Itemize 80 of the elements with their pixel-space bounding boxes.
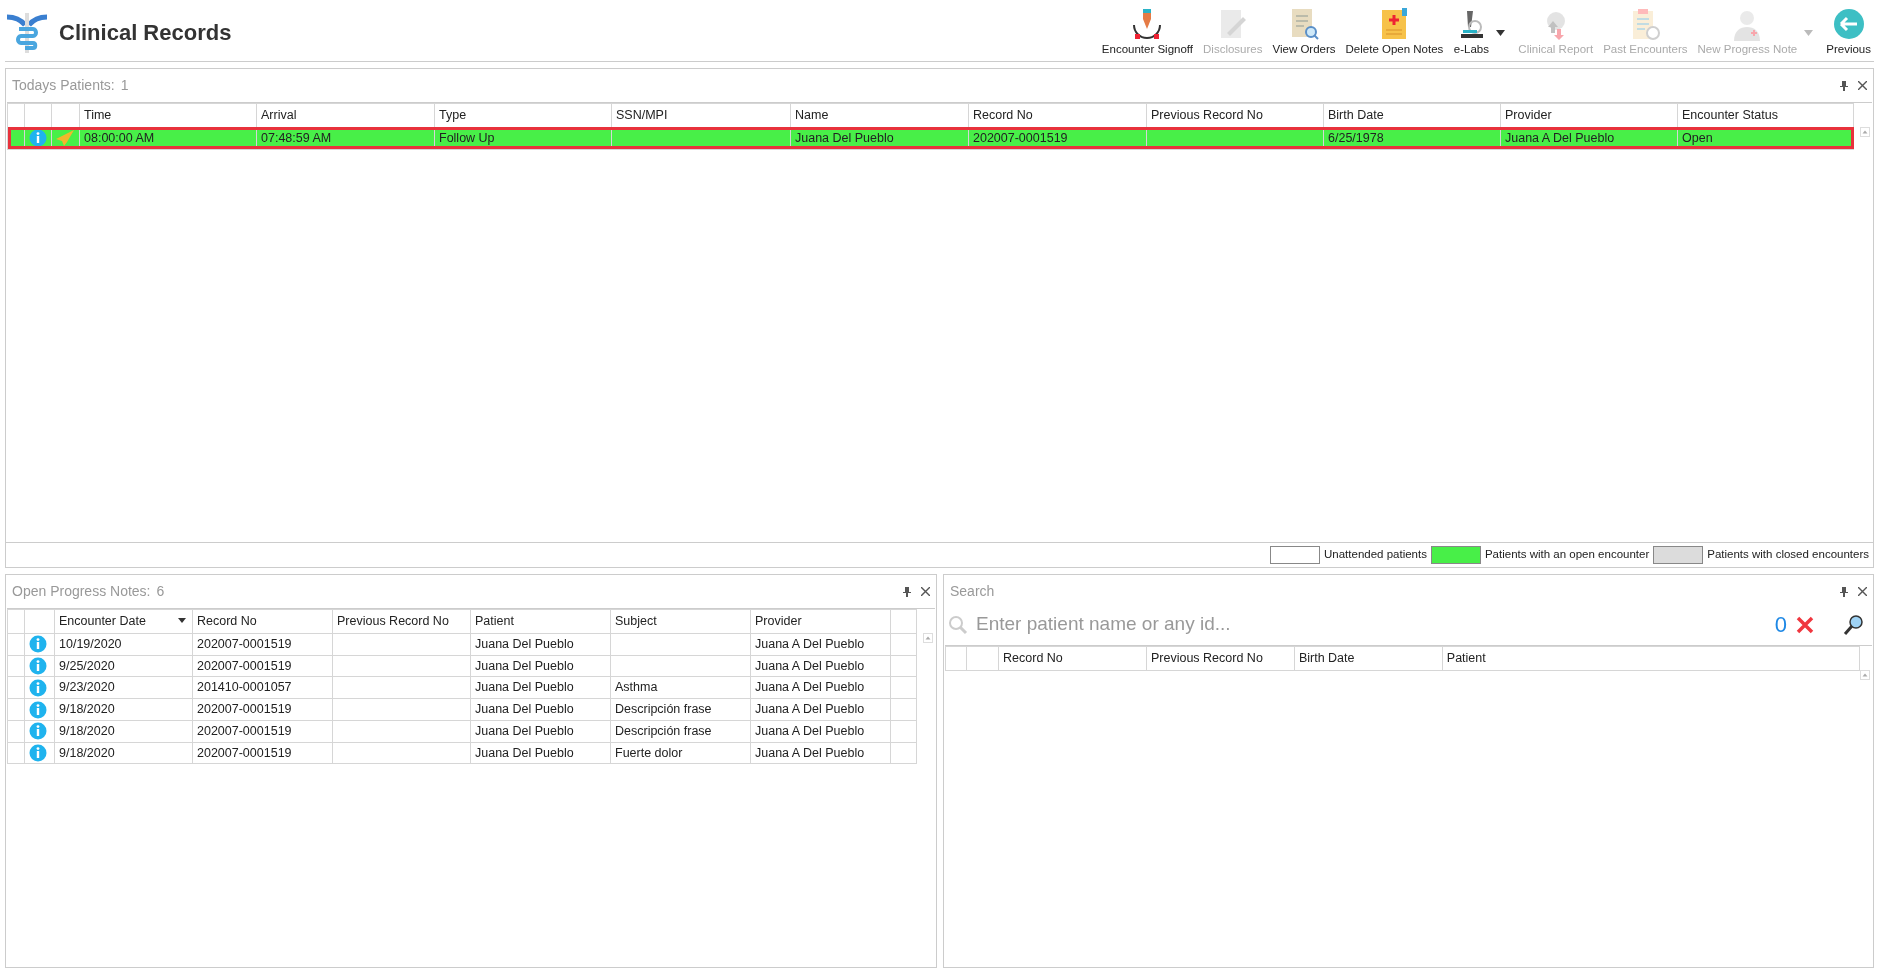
column-header[interactable]: Birth Date (1294, 646, 1443, 671)
table-cell: 201410-0001057 (192, 676, 333, 699)
toolbar-button[interactable]: Previous (1823, 4, 1874, 61)
table-cell: Juana Del Pueblo (790, 127, 969, 149)
info-icon (29, 657, 47, 676)
table-cell: 6/25/1978 (1323, 127, 1501, 149)
column-header[interactable]: Patient (470, 609, 611, 634)
table-cell: 202007-0001519 (192, 633, 333, 655)
table-cell: 9/18/2020 (54, 742, 193, 764)
table-cell: Descripción frase (610, 698, 751, 721)
table-cell: Juana Del Pueblo (470, 742, 611, 764)
table-cell: 07:48:59 AM (256, 127, 435, 149)
table-row[interactable]: 08:00:00 AM 07:48:59 AM Follow Up Juana Del Pueblo 202007-0001519 6/25/1978 Juana A Del Pueblo Open (7, 127, 1854, 149)
legend-label: Unattended patients (1324, 547, 1427, 563)
pin-icon[interactable] (1840, 80, 1848, 91)
toolbar-button[interactable]: Delete Open Notes (1342, 4, 1447, 61)
info-icon (29, 722, 47, 741)
caret-icon[interactable] (1496, 29, 1506, 36)
table-cell: Juana Del Pueblo (470, 655, 611, 677)
table-cell: 9/25/2020 (54, 655, 193, 677)
info-icon (29, 700, 47, 719)
panel-title: Open Progress Notes: (12, 582, 151, 601)
caduceus-logo (5, 10, 49, 55)
table-cell: 9/23/2020 (54, 676, 193, 699)
column-header[interactable]: Provider (750, 609, 891, 634)
clear-icon[interactable] (1795, 614, 1815, 635)
column-header[interactable]: Patient (1442, 646, 1860, 671)
info-icon (29, 635, 47, 654)
table-cell: 202007-0001519 (192, 742, 333, 764)
table-cell: Juana A Del Pueblo (750, 655, 891, 677)
search-icon (948, 614, 968, 635)
close-icon[interactable] (1858, 81, 1867, 90)
table-cell: Asthma (610, 676, 751, 699)
toolbar-button[interactable]: Encounter Signoff (1098, 4, 1197, 61)
column-header[interactable]: Subject (610, 609, 751, 634)
table-cell: Follow Up (434, 127, 612, 149)
table-cell: Juana Del Pueblo (470, 698, 611, 721)
record-count: 1 (120, 76, 129, 95)
paper-plane-icon (56, 130, 74, 147)
record-count: 6 (156, 582, 165, 601)
column-header[interactable]: Previous Record No (1146, 646, 1295, 671)
table-cell: Juana A Del Pueblo (750, 698, 891, 721)
legend-label: Patients with closed encounters (1707, 547, 1869, 563)
table-cell: 08:00:00 AM (79, 127, 257, 149)
table-cell: Juana A Del Pueblo (1500, 127, 1678, 149)
close-icon[interactable] (921, 587, 930, 596)
table-cell: 202007-0001519 (192, 655, 333, 677)
close-icon[interactable] (1858, 587, 1867, 596)
panel-title: Todays Patients: (12, 76, 115, 95)
table-cell: Descripción frase (610, 720, 751, 742)
table-cell: Juana Del Pueblo (470, 633, 611, 655)
column-header[interactable]: Previous Record No (332, 609, 471, 634)
search-icon[interactable] (1843, 613, 1865, 636)
panel-title: Search (950, 582, 995, 601)
toolbar-button[interactable]: View Orders (1269, 4, 1339, 61)
result-count: 0 (1774, 611, 1787, 639)
table-cell: 202007-0001519 (192, 720, 333, 742)
table-cell: 10/19/2020 (54, 633, 193, 655)
table-cell: Juana A Del Pueblo (750, 676, 891, 699)
pin-icon[interactable] (1840, 586, 1848, 597)
column-header[interactable]: Record No (192, 609, 333, 634)
toolbar-button[interactable]: e-Labs (1450, 4, 1493, 61)
info-icon (29, 744, 47, 763)
table-cell: Juana Del Pueblo (470, 676, 611, 699)
info-icon (29, 129, 47, 148)
table-cell: 9/18/2020 (54, 720, 193, 742)
app-title: Clinical Records (59, 19, 232, 47)
table-cell: 202007-0001519 (192, 698, 333, 721)
column-header[interactable]: Record No (998, 646, 1147, 671)
table-cell: 9/18/2020 (54, 698, 193, 721)
column-header[interactable]: Encounter Date (54, 609, 193, 634)
table-cell: 202007-0001519 (968, 127, 1147, 149)
table-cell: Juana A Del Pueblo (750, 742, 891, 764)
legend-label: Patients with an open encounter (1484, 547, 1650, 563)
table-cell: Fuerte dolor (610, 742, 751, 764)
table-cell: Juana Del Pueblo (470, 720, 611, 742)
info-icon (29, 678, 47, 697)
table-cell: Juana A Del Pueblo (750, 720, 891, 742)
table-cell: Juana A Del Pueblo (750, 633, 891, 655)
pin-icon[interactable] (903, 586, 911, 597)
